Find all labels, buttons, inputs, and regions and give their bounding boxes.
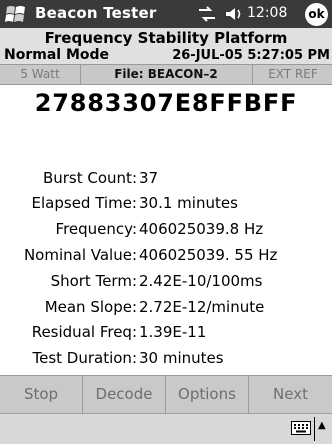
reading-value: 2.72E-12/minute [139,298,265,316]
reading-value: 2.42E-10/100ms [139,272,263,290]
stop-button[interactable]: Stop [0,376,83,413]
info-bar: 5 Watt File: BEACON–2 EXT REF [0,64,332,85]
reading-row: Nominal Value: 406025039. 55 Hz [0,246,332,268]
platform-title: Frequency Stability Platform [44,29,288,47]
reading-row: Residual Freq: 1.39E-11 [0,323,332,345]
reading-label: Mean Slope: [44,298,137,316]
decode-button[interactable]: Decode [83,376,166,413]
button-bar: Stop Decode Options Next [0,375,332,413]
datetime-label: 26-JUL-05 5:27:05 PM [172,48,330,63]
power-indicator: 5 Watt [0,65,81,84]
ok-button[interactable]: ok [305,3,328,26]
reading-row: Frequency: 406025039.8 Hz [0,220,332,242]
reading-label: Nominal Value: [23,246,137,264]
reading-label: Short Term: [50,272,137,290]
speaker-icon[interactable] [224,5,244,23]
header-panel: Frequency Stability Platform Normal Mode… [0,28,332,64]
reading-row: Mean Slope: 2.72E-12/minute [0,298,332,320]
next-button[interactable]: Next [249,376,332,413]
app-title: Beacon Tester [35,4,157,22]
status-bar: ▲ [0,413,332,444]
connectivity-icon[interactable] [197,5,217,23]
reading-label: Frequency: [55,220,137,238]
options-button[interactable]: Options [166,376,249,413]
reading-row: Burst Count: 37 [0,169,332,191]
reading-value: 30.1 minutes [139,194,238,212]
title-bar: Beacon Tester 12:08 ok [0,0,332,28]
reading-label: Elapsed Time: [31,194,137,212]
status-divider [314,417,315,441]
beacon-id: 27883307E8FFBFF [34,89,298,117]
reading-row: Short Term: 2.42E-10/100ms [0,272,332,294]
reading-value: 30 minutes [139,349,224,367]
ext-ref-indicator: EXT REF [252,65,332,84]
reading-label: Residual Freq: [31,323,137,341]
keyboard-icon[interactable] [291,421,311,435]
reading-label: Test Duration: [32,349,137,367]
clock[interactable]: 12:08 [247,5,287,21]
reading-row: Test Duration: 30 minutes [0,349,332,371]
reading-value: 37 [139,169,159,187]
windows-flag-icon[interactable] [4,3,28,25]
reading-value: 406025039.8 Hz [139,220,264,238]
mode-label: Normal Mode [4,47,110,63]
file-label: File: BEACON–2 [114,67,218,81]
reading-label: Burst Count: [42,169,137,187]
caret-up-icon[interactable]: ▲ [318,420,326,431]
reading-row: Elapsed Time: 30.1 minutes [0,194,332,216]
reading-value: 1.39E-11 [139,323,207,341]
reading-value: 406025039. 55 Hz [139,246,278,264]
